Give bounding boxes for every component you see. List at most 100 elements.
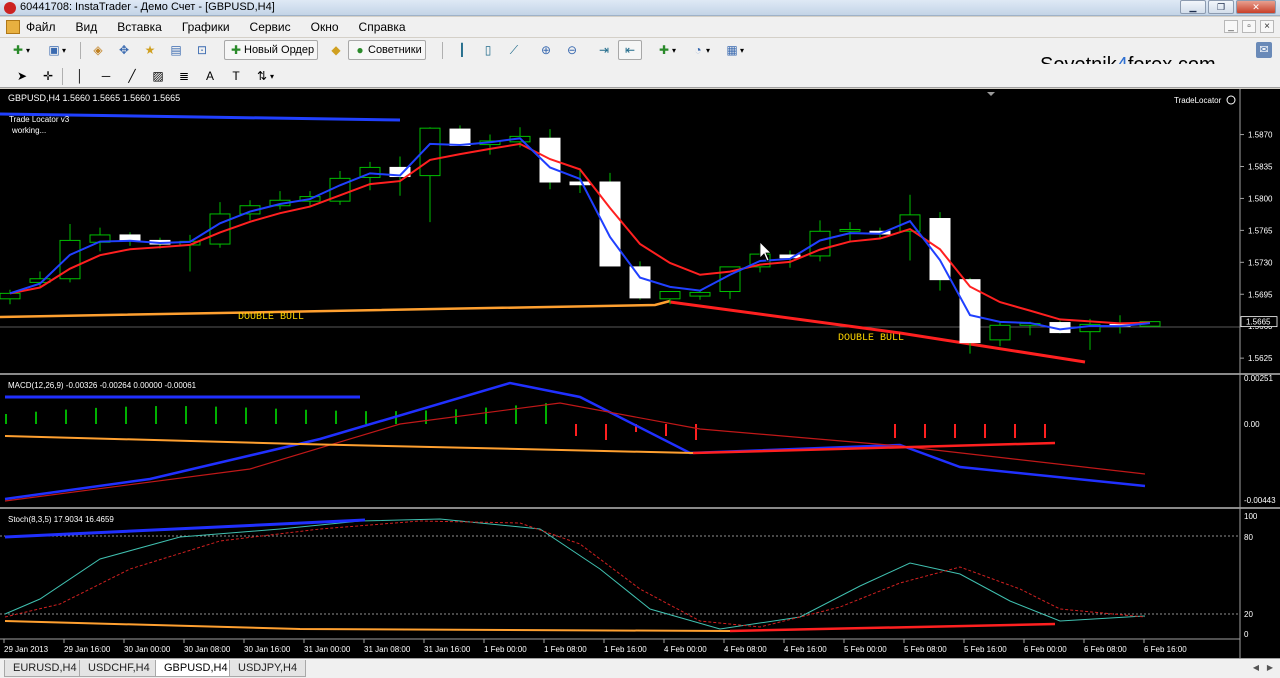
chart-canvas[interactable]: GBPUSD,H4 1.5660 1.5665 1.5660 1.5665 Tr… (0, 89, 1280, 658)
strategy-tester-icon[interactable]: ⊡ (190, 40, 214, 60)
child-minimize-button[interactable]: _ (1224, 20, 1238, 33)
fibonacci-icon[interactable]: ≣ (172, 66, 196, 86)
notifications-icon[interactable]: ✉ (1256, 42, 1272, 58)
terminal-icon[interactable]: ▤ (164, 40, 188, 60)
stoch-panel[interactable]: 100 80 20 0 (0, 512, 1258, 639)
time-tick-label: 5 Feb 00:00 (844, 645, 887, 654)
menu-help[interactable]: Справка (359, 20, 406, 34)
market-watch-icon[interactable]: ◈ (86, 40, 110, 60)
time-tick-label: 5 Feb 08:00 (904, 645, 947, 654)
periods-button[interactable]: ◔ ▾ (686, 40, 714, 60)
tab-gbpusd[interactable]: GBPUSD,H4 (155, 660, 237, 677)
candle[interactable] (29, 278, 51, 283)
cursor-icon[interactable]: ➤ (10, 66, 34, 86)
expert-advisors-button[interactable]: ● Советники (348, 40, 426, 60)
child-restore-button[interactable]: ▫ (1242, 20, 1256, 33)
text-icon[interactable]: A (198, 66, 222, 86)
maximize-button[interactable]: ❐ (1208, 0, 1234, 14)
candlestick-icon[interactable]: ▯ (476, 40, 500, 60)
trend-line-red (669, 300, 1086, 364)
candle[interactable] (449, 128, 471, 147)
current-price-label: 1.5665 (1246, 318, 1271, 327)
zoom-in-icon[interactable]: ⊕ (534, 40, 558, 60)
favorites-icon[interactable]: ★ (138, 40, 162, 60)
macd-panel[interactable]: 0.00251 0.00 -0.00443 (4, 374, 1276, 505)
tab-usdchf[interactable]: USDCHF,H4 (79, 660, 159, 677)
time-tick-label: 30 Jan 08:00 (184, 645, 231, 654)
stoch-axis-label: 20 (1244, 610, 1253, 619)
new-order-button[interactable]: ✚ Новый Ордер (224, 40, 319, 60)
drawing-toolbar: ➤ ✛ │ ─ ╱ ▨ ≣ A T ⇅ ▾ (0, 64, 1280, 88)
candle[interactable] (0, 292, 21, 300)
new-chart-button[interactable]: ✚ ▾ (6, 40, 34, 60)
horizontal-line-icon[interactable]: ─ (94, 66, 118, 86)
chart-shift-icon[interactable]: ⇤ (618, 40, 642, 60)
candle[interactable] (569, 181, 591, 186)
candle[interactable] (119, 234, 141, 241)
menu-window[interactable]: Окно (311, 20, 339, 34)
child-close-button[interactable]: × (1260, 20, 1274, 33)
candle[interactable] (689, 291, 711, 297)
text-label-icon[interactable]: T (224, 66, 248, 86)
menu-view[interactable]: Вид (76, 20, 98, 34)
menu-insert[interactable]: Вставка (117, 20, 162, 34)
indicators-button[interactable]: ✚ ▾ (652, 40, 680, 60)
chart-window[interactable]: GBPUSD,H4 1.5660 1.5665 1.5660 1.5665 Tr… (0, 89, 1280, 658)
minimize-button[interactable]: ▁ (1180, 0, 1206, 14)
metaeditor-icon[interactable]: ◆ (324, 40, 348, 60)
close-button[interactable]: ✕ (1236, 0, 1276, 14)
bar-chart-icon[interactable]: ┃ (450, 40, 474, 60)
tab-eurusd[interactable]: EURUSD,H4 (4, 660, 86, 677)
menu-tools[interactable]: Сервис (250, 20, 291, 34)
profiles-button[interactable]: ▣ ▾ (42, 40, 70, 60)
tabs-scroll-left-icon[interactable]: ◀ (1250, 662, 1262, 674)
time-tick-label: 4 Feb 16:00 (784, 645, 827, 654)
candle[interactable] (989, 324, 1011, 341)
trendline-icon[interactable]: ╱ (120, 66, 144, 86)
time-tick-label: 4 Feb 00:00 (664, 645, 707, 654)
price-panel[interactable] (0, 112, 1240, 364)
time-tick-label: 6 Feb 16:00 (1144, 645, 1187, 654)
chart-tabs: EURUSD,H4 USDCHF,H4 GBPUSD,H4 USDJPY,H4 … (0, 658, 1280, 678)
candle[interactable] (659, 291, 681, 300)
stoch-axis-label: 0 (1244, 630, 1249, 639)
vertical-line-icon[interactable]: │ (68, 66, 92, 86)
line-chart-icon[interactable]: ⟋ (502, 40, 526, 60)
candle[interactable] (629, 266, 651, 299)
macd-axis-label: 0.00 (1244, 420, 1260, 429)
macd-signal-line (4, 402, 1146, 502)
stoch-main-line (4, 518, 1146, 630)
time-tick-label: 29 Jan 2013 (4, 645, 49, 654)
macd-trend-red (692, 441, 1056, 455)
macd-axis-label: 0.00251 (1244, 374, 1273, 383)
double-bull-label-2: DOUBLE BULL (838, 333, 904, 344)
arrows-icon[interactable]: ⇅ ▾ (250, 66, 278, 86)
time-axis[interactable]: 29 Jan 2013 29 Jan 16:00 30 Jan 00:00 30 Ja… (3, 639, 1187, 654)
tab-usdjpy[interactable]: USDJPY,H4 (229, 660, 307, 677)
price-tick-label: 1.5870 (1248, 131, 1273, 140)
trade-locator-icon[interactable] (1226, 95, 1236, 105)
chart-document-icon[interactable] (6, 20, 20, 34)
app-icon (4, 2, 16, 14)
price-tick-label: 1.5730 (1248, 258, 1273, 267)
zoom-out-icon[interactable]: ⊖ (560, 40, 584, 60)
templates-button[interactable]: ▦ ▾ (720, 40, 748, 60)
candle[interactable] (959, 279, 981, 344)
auto-scroll-icon[interactable]: ⇥ (592, 40, 616, 60)
terminal-window: 60441708: InstaTrader - Демо Счет - [GBP… (0, 0, 1280, 678)
price-axis[interactable]: 1.5870 1.5835 1.5800 1.5765 1.5730 1.5695 1.56… (1240, 131, 1278, 364)
crosshair-icon[interactable]: ✛ (36, 66, 60, 86)
menu-charts[interactable]: Графики (182, 20, 230, 34)
price-tick-label: 1.5695 (1248, 290, 1273, 299)
time-tick-label: 5 Feb 16:00 (964, 645, 1007, 654)
channel-icon[interactable]: ▨ (146, 66, 170, 86)
standard-toolbar: ✚ ▾ ▣ ▾ ◈ ✥ ★ ▤ ⊡ ✚ Новый Ордер ◆ ● Советник… (0, 38, 1280, 76)
macd-level-line (4, 435, 694, 454)
shift-marker-icon[interactable] (987, 92, 995, 96)
candle[interactable] (839, 228, 861, 232)
macd-axis-label: -0.00443 (1244, 496, 1276, 505)
menu-file[interactable]: Файл (26, 20, 56, 34)
navigator-icon[interactable]: ✥ (112, 40, 136, 60)
time-tick-label: 30 Jan 00:00 (124, 645, 171, 654)
tabs-scroll-right-icon[interactable]: ▶ (1264, 662, 1276, 674)
